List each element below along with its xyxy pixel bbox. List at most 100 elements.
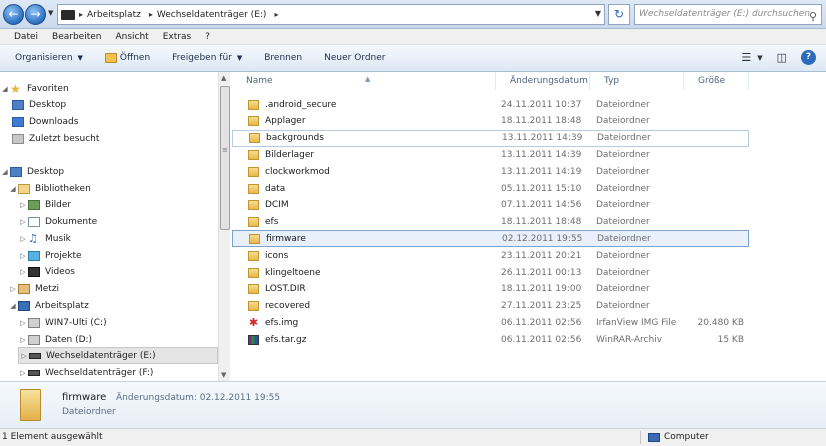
file-row[interactable]: icons 23.11.2011 20:21 Dateiordner	[232, 247, 749, 264]
file-row[interactable]: Bilderlager 13.11.2011 14:39 Dateiordner	[232, 146, 749, 163]
column-type[interactable]: Typ	[590, 72, 684, 90]
navigation-scrollbar[interactable]: ▲ ≡ ▼	[218, 72, 230, 381]
computer-icon	[61, 9, 75, 20]
expand-arrow-icon[interactable]: ▷	[18, 235, 28, 243]
nav-label: Wechseldatenträger (F:)	[45, 367, 154, 378]
file-name: data	[265, 183, 286, 194]
forward-button[interactable]: →	[25, 4, 46, 25]
column-date[interactable]: Änderungsdatum	[496, 72, 590, 90]
organize-button[interactable]: Organisieren ▼	[15, 53, 83, 63]
nav-lib-bilder[interactable]: ▷ Bilder	[18, 196, 229, 213]
nav-label: Metzi	[35, 283, 60, 294]
open-button[interactable]: Öffnen	[104, 53, 150, 63]
recent-pages-dropdown-icon[interactable]: ▼	[48, 9, 56, 19]
search-input[interactable]: Wechseldatenträger (E:) durchsuchen ⚲	[634, 4, 822, 25]
file-type: Dateiordner	[596, 116, 650, 127]
nav-fav-downloads[interactable]: Downloads	[12, 113, 229, 130]
expand-arrow-icon[interactable]: ▷	[18, 218, 28, 226]
user-folder-icon	[18, 283, 30, 294]
back-button[interactable]: ←	[3, 4, 24, 25]
menu-help[interactable]: ?	[205, 32, 210, 42]
menu-bearbeiten[interactable]: Bearbeiten	[52, 32, 101, 42]
share-button[interactable]: Freigeben für ▼	[172, 53, 242, 63]
nav-label: Dokumente	[45, 216, 98, 227]
nav-label: WIN7-Ulti (C:)	[45, 317, 107, 328]
file-row[interactable]: klingeltoene 26.11.2011 00:13 Dateiordner	[232, 264, 749, 281]
nav-lib-videos[interactable]: ▷ Videos	[18, 263, 229, 280]
nav-desktop[interactable]: ◢ Desktop	[0, 163, 218, 180]
expand-arrow-icon[interactable]: ▷	[19, 352, 29, 360]
file-row[interactable]: clockworkmod 13.11.2011 14:19 Dateiordner	[232, 163, 749, 180]
status-location-label: Computer	[664, 432, 709, 442]
file-row[interactable]: LOST.DIR 18.11.2011 19:00 Dateiordner	[232, 281, 749, 298]
menu-datei[interactable]: Datei	[14, 32, 38, 42]
expand-arrow-icon[interactable]: ▷	[18, 252, 28, 260]
expand-arrow-icon[interactable]: ▷	[18, 369, 28, 377]
new-folder-button[interactable]: Neuer Ordner	[324, 53, 385, 63]
chevron-right-icon[interactable]: ▸	[274, 10, 278, 19]
nav-fav-recent[interactable]: Zuletzt besucht	[12, 130, 229, 147]
expand-arrow-icon[interactable]: ▷	[18, 201, 28, 209]
file-row[interactable]: efs.tar.gz 06.11.2011 02:56 WinRAR-Archiv 1…	[232, 331, 749, 348]
file-row[interactable]: DCIM 07.11.2011 14:56 Dateiordner	[232, 197, 749, 214]
nav-favorites[interactable]: ◢ ★ Favoriten	[0, 80, 218, 97]
column-label: Änderungsdatum	[510, 76, 588, 86]
file-row[interactable]: ✱ efs.img 06.11.2011 02:56 IrfanView IMG Fi…	[232, 314, 749, 331]
nav-lib-projekte[interactable]: ▷ Projekte	[18, 247, 229, 264]
help-icon[interactable]: ?	[801, 50, 816, 65]
menu-ansicht[interactable]: Ansicht	[115, 32, 148, 42]
burn-button[interactable]: Brennen	[264, 53, 302, 63]
nav-drive-f[interactable]: ▷ Wechseldatenträger (F:)	[18, 364, 229, 381]
search-icon: ⚲	[808, 10, 817, 23]
scroll-down-icon[interactable]: ▼	[221, 371, 226, 379]
scroll-up-icon[interactable]: ▲	[221, 74, 226, 82]
expand-arrow-icon[interactable]: ▷	[18, 336, 28, 344]
file-row[interactable]: efs 18.11.2011 18:48 Dateiordner	[232, 214, 749, 231]
column-name[interactable]: ▲ Name	[232, 72, 496, 90]
nav-label: Zuletzt besucht	[29, 133, 100, 144]
folder-icon	[248, 284, 259, 295]
menu-extras[interactable]: Extras	[163, 32, 191, 42]
nav-lib-dokumente[interactable]: ▷ Dokumente	[18, 213, 229, 230]
pictures-icon	[28, 199, 40, 210]
libraries-icon	[18, 183, 30, 194]
view-dropdown-icon[interactable]: ▼	[757, 54, 762, 62]
file-row[interactable]: recovered 27.11.2011 23:25 Dateiordner	[232, 298, 749, 315]
expand-arrow-icon[interactable]: ◢	[0, 168, 10, 176]
refresh-button[interactable]: ↻	[608, 4, 630, 25]
nav-libraries[interactable]: ◢ Bibliotheken	[8, 180, 226, 197]
address-dropdown-icon[interactable]: ▼	[595, 9, 601, 18]
breadcrumb-arbeitsplatz[interactable]: Arbeitsplatz	[87, 10, 141, 20]
nav-drive-d[interactable]: ▷ Daten (D:)	[18, 331, 229, 348]
expand-arrow-icon[interactable]: ◢	[8, 302, 18, 310]
file-row[interactable]: backgrounds 13.11.2011 14:39 Dateiordner	[232, 129, 749, 147]
column-size[interactable]: Größe	[684, 72, 749, 90]
expand-arrow-icon[interactable]: ▷	[18, 268, 28, 276]
expand-arrow-icon[interactable]: ▷	[8, 285, 18, 293]
file-type: Dateiordner	[596, 99, 650, 110]
breadcrumb-drive-e[interactable]: Wechseldatenträger (E:)	[157, 10, 267, 20]
file-row[interactable]: data 05.11.2011 15:10 Dateiordner	[232, 180, 749, 197]
file-row[interactable]: .android_secure 24.11.2011 10:37 Dateiordn…	[232, 96, 749, 113]
file-name: Bilderlager	[265, 149, 315, 160]
nav-drive-c[interactable]: ▷ WIN7-Ulti (C:)	[18, 314, 229, 331]
view-options-icon[interactable]: ☰	[741, 51, 751, 64]
nav-computer[interactable]: ◢ Arbeitsplatz	[8, 297, 226, 314]
chevron-right-icon[interactable]: ▸	[79, 10, 83, 19]
nav-fav-desktop[interactable]: Desktop	[12, 96, 229, 113]
nav-user[interactable]: ▷ Metzi	[8, 280, 226, 297]
expand-arrow-icon[interactable]: ▷	[18, 319, 28, 327]
folder-icon	[20, 389, 41, 421]
expand-arrow-icon[interactable]: ◢	[0, 85, 10, 93]
file-row[interactable]: firmware 02.12.2011 19:55 Dateiordner	[232, 230, 749, 248]
preview-pane-icon[interactable]: ◫	[777, 51, 787, 64]
expand-arrow-icon[interactable]: ◢	[8, 185, 18, 193]
file-name: efs	[265, 217, 279, 228]
chevron-right-icon[interactable]: ▸	[149, 10, 153, 19]
nav-lib-musik[interactable]: ▷ ♫ Musik	[18, 230, 229, 247]
file-row[interactable]: Applager 18.11.2011 18:48 Dateiordner	[232, 113, 749, 130]
scrollbar-thumb[interactable]	[220, 86, 230, 230]
folder-icon	[248, 183, 259, 194]
address-bar[interactable]: ▸ Arbeitsplatz ▸ Wechseldatenträger (E:)…	[57, 4, 605, 25]
nav-drive-e[interactable]: ▷ Wechseldatenträger (E:)	[18, 347, 218, 364]
